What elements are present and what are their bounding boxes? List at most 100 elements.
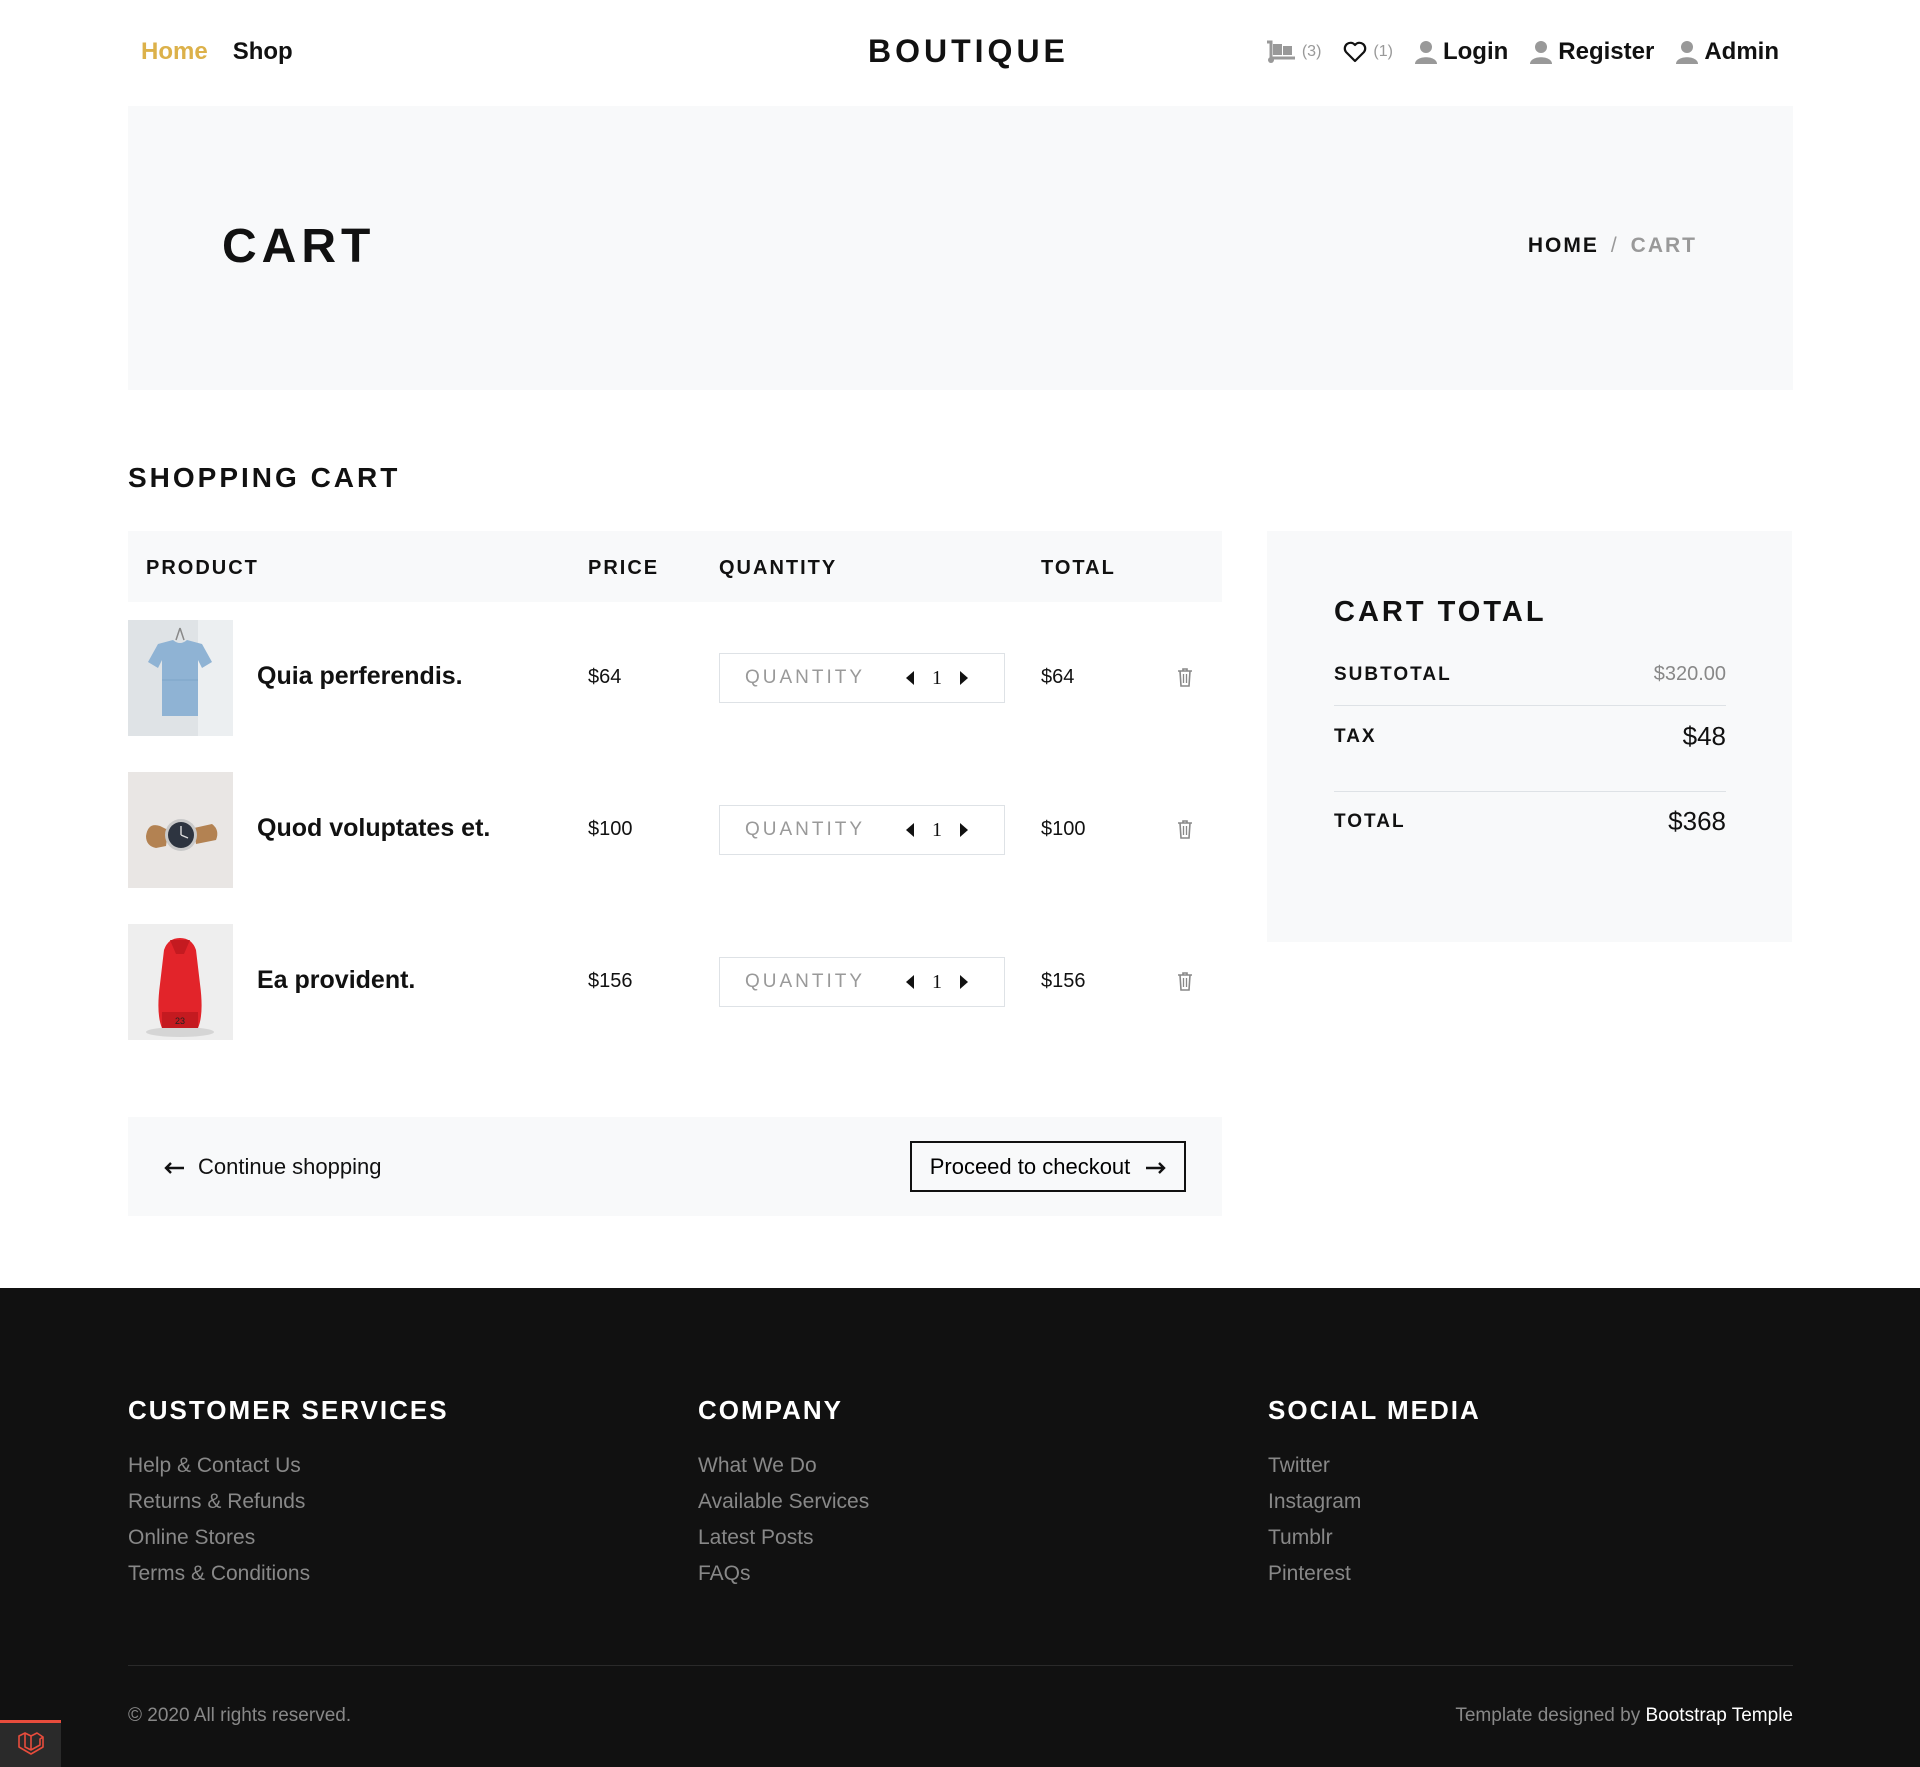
table-row: Quia perferendis. $64 QUANTITY 1 $64	[128, 602, 1222, 754]
continue-shopping-label: Continue shopping	[198, 1154, 382, 1179]
product-image-tshirt[interactable]	[128, 620, 233, 736]
quantity-stepper: QUANTITY 1	[719, 957, 1005, 1007]
caret-right-icon[interactable]	[955, 820, 973, 840]
user-icon	[1414, 40, 1437, 64]
breadcrumb: HOME / CART	[1528, 234, 1697, 258]
caret-left-icon[interactable]	[901, 668, 919, 688]
credit-link[interactable]: Bootstrap Temple	[1645, 1705, 1793, 1726]
caret-left-icon[interactable]	[901, 820, 919, 840]
footer-link[interactable]: Online Stores	[128, 1520, 449, 1556]
product-name[interactable]: Quod voluptates et.	[257, 814, 490, 843]
table-row: Quod voluptates et. $100 QUANTITY 1 $100	[128, 754, 1222, 906]
footer-social-media: SOCIAL MEDIA Twitter Instagram Tumblr Pi…	[1268, 1395, 1481, 1592]
footer-link[interactable]: Instagram	[1268, 1484, 1481, 1520]
tax-label: TAX	[1334, 725, 1377, 747]
footer: CUSTOMER SERVICES Help & Contact Us Retu…	[0, 1288, 1920, 1767]
svg-text:23: 23	[175, 1016, 185, 1026]
nav-left: Home Shop	[141, 38, 293, 66]
product-image-sneaker[interactable]: 23	[128, 924, 233, 1040]
footer-link[interactable]: Latest Posts	[698, 1520, 869, 1556]
nav-admin[interactable]: Admin	[1676, 38, 1779, 66]
nav-link-home[interactable]: Home	[141, 38, 208, 66]
user-icon	[1530, 40, 1553, 64]
user-icon	[1676, 40, 1699, 64]
nav-link-shop[interactable]: Shop	[233, 38, 293, 66]
quantity-label: QUANTITY	[745, 667, 866, 688]
product-price: $156	[588, 970, 633, 992]
header-price: PRICE	[588, 557, 660, 579]
quantity-value[interactable]: 1	[919, 819, 955, 842]
quantity-stepper: QUANTITY 1	[719, 805, 1005, 855]
header-product: PRODUCT	[146, 557, 259, 579]
caret-right-icon[interactable]	[955, 972, 973, 992]
footer-heading: CUSTOMER SERVICES	[128, 1395, 449, 1425]
nav-wishlist[interactable]: (1)	[1343, 41, 1393, 63]
trash-icon[interactable]	[1177, 971, 1193, 996]
admin-label: Admin	[1704, 38, 1779, 65]
quantity-value[interactable]: 1	[919, 971, 955, 994]
total-row: TOTAL $368	[1334, 806, 1726, 837]
table-row: 23 Ea provident. $156 QUANTITY 1 $156	[128, 906, 1222, 1058]
credit-prefix: Template designed by	[1455, 1705, 1641, 1726]
proceed-to-checkout-button[interactable]: Proceed to checkout	[910, 1141, 1186, 1192]
header-total: TOTAL	[1041, 557, 1116, 579]
caret-right-icon[interactable]	[955, 668, 973, 688]
breadcrumb-separator: /	[1610, 234, 1619, 257]
nav-cart[interactable]: (3)	[1266, 40, 1322, 64]
product-name[interactable]: Quia perferendis.	[257, 662, 463, 691]
footer-customer-services: CUSTOMER SERVICES Help & Contact Us Retu…	[128, 1395, 449, 1592]
page-hero: CART HOME / CART	[128, 106, 1793, 390]
cart-table: PRODUCT PRICE QUANTITY TOTAL Quia perfer…	[128, 531, 1222, 1058]
footer-link[interactable]: Available Services	[698, 1484, 869, 1520]
breadcrumb-current: CART	[1630, 234, 1697, 257]
footer-link[interactable]: Terms & Conditions	[128, 1556, 449, 1592]
footer-link[interactable]: What We Do	[698, 1448, 869, 1484]
quantity-label: QUANTITY	[745, 971, 866, 992]
footer-link[interactable]: FAQs	[698, 1556, 869, 1592]
header-quantity: QUANTITY	[719, 557, 838, 579]
quantity-label: QUANTITY	[745, 819, 866, 840]
footer-link[interactable]: Help & Contact Us	[128, 1448, 449, 1484]
page-title: CART	[222, 220, 376, 273]
login-label: Login	[1442, 38, 1509, 65]
quantity-value[interactable]: 1	[919, 667, 955, 690]
product-name[interactable]: Ea provident.	[257, 966, 415, 995]
divider	[1334, 705, 1726, 706]
caret-left-icon[interactable]	[901, 972, 919, 992]
footer-link[interactable]: Pinterest	[1268, 1556, 1481, 1592]
cart-total-panel: CART TOTAL SUBTOTAL $320.00 TAX $48 TOTA…	[1267, 531, 1792, 942]
product-image-watch[interactable]	[128, 772, 233, 888]
nav-register[interactable]: Register	[1530, 38, 1654, 66]
arrow-right-icon	[1146, 1154, 1166, 1180]
total-value: $368	[1668, 806, 1726, 836]
tax-value: $48	[1682, 721, 1726, 751]
laravel-icon[interactable]	[0, 1720, 61, 1767]
register-label: Register	[1558, 38, 1655, 65]
wishlist-count: (1)	[1373, 43, 1393, 60]
footer-divider	[128, 1665, 1793, 1666]
footer-link[interactable]: Tumblr	[1268, 1520, 1481, 1556]
dolly-icon	[1266, 40, 1296, 64]
arrow-left-icon	[164, 1154, 184, 1180]
template-credit: Template designed by Bootstrap Temple	[1455, 1705, 1793, 1727]
footer-link[interactable]: Twitter	[1268, 1448, 1481, 1484]
trash-icon[interactable]	[1177, 819, 1193, 844]
footer-heading: SOCIAL MEDIA	[1268, 1395, 1481, 1425]
quantity-stepper: QUANTITY 1	[719, 653, 1005, 703]
trash-icon[interactable]	[1177, 667, 1193, 692]
divider	[1334, 791, 1726, 792]
footer-link[interactable]: Returns & Refunds	[128, 1484, 449, 1520]
cart-total-title: CART TOTAL	[1334, 596, 1547, 628]
heart-icon	[1343, 41, 1367, 63]
table-header: PRODUCT PRICE QUANTITY TOTAL	[128, 531, 1222, 602]
total-label: TOTAL	[1334, 810, 1406, 832]
shopping-cart-heading: SHOPPING CART	[128, 462, 401, 493]
continue-shopping-link[interactable]: Continue shopping	[164, 1154, 381, 1180]
nav-login[interactable]: Login	[1414, 38, 1509, 66]
tax-row: TAX $48	[1334, 721, 1726, 752]
product-price: $64	[588, 666, 622, 688]
subtotal-label: SUBTOTAL	[1334, 663, 1452, 685]
breadcrumb-home[interactable]: HOME	[1528, 234, 1599, 258]
brand-logo[interactable]: BOUTIQUE	[868, 33, 1069, 70]
cart-count: (3)	[1301, 43, 1322, 60]
